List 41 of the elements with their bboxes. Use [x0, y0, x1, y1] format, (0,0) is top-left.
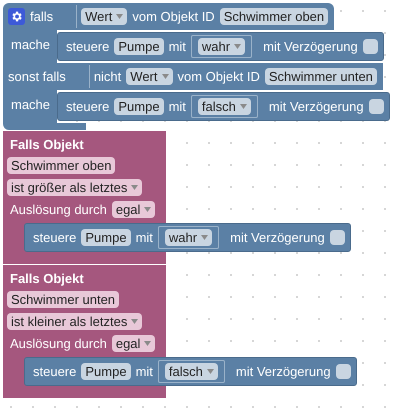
target-field[interactable]: Pumpe — [114, 38, 164, 55]
value-dropdown[interactable]: falsch — [164, 363, 218, 380]
block-label: sonst falls — [8, 70, 66, 83]
block-label: nicht — [94, 70, 122, 83]
trigger-dropdown[interactable]: egal — [112, 335, 156, 352]
object-field[interactable]: Schwimmer oben — [7, 157, 116, 174]
block-label: mache — [11, 97, 50, 112]
block-label: mit Verzögerung — [268, 100, 364, 113]
comparison-dropdown[interactable]: ist kleiner als letztes — [7, 313, 142, 330]
block-label: vom Objekt ID — [132, 10, 215, 23]
block-label: mache — [11, 37, 50, 52]
property-dropdown[interactable]: Wert — [126, 68, 172, 85]
block-label: steuere — [66, 40, 110, 53]
value-dropdown[interactable]: falsch — [198, 98, 251, 115]
block-label: mit Verzögerung — [230, 231, 325, 244]
value-dropdown[interactable]: wahr — [164, 229, 212, 246]
object-field[interactable]: Schwimmer unten — [264, 68, 377, 85]
block-label: mit — [136, 365, 153, 378]
block-label: mit Verzögerung — [236, 365, 331, 378]
block-label: mit Verzögerung — [263, 40, 358, 53]
block-title: Falls Objekt — [9, 270, 85, 286]
block-label: vom Objekt ID — [178, 70, 260, 83]
target-field[interactable]: Pumpe — [114, 98, 164, 115]
comparison-dropdown[interactable]: ist größer als letztes — [7, 179, 142, 196]
block-label: Auslösung durch — [10, 337, 107, 350]
block-label: mit — [168, 100, 186, 113]
block-label: steuere — [33, 365, 76, 378]
value-dropdown[interactable]: wahr — [198, 38, 246, 55]
object-field[interactable]: Schwimmer unten — [7, 291, 120, 308]
block-label: steuere — [33, 231, 76, 244]
property-dropdown[interactable]: Wert — [81, 8, 128, 25]
block-title: Falls Objekt — [9, 136, 85, 152]
block-label: mit — [168, 40, 186, 53]
block-label: Auslösung durch — [10, 203, 107, 216]
block-label: mit — [136, 231, 153, 244]
target-field[interactable]: Pumpe — [81, 363, 131, 380]
trigger-dropdown[interactable]: egal — [112, 201, 156, 218]
object-field[interactable]: Schwimmer oben — [220, 8, 328, 25]
block-label: steuere — [66, 100, 110, 113]
target-field[interactable]: Pumpe — [81, 229, 131, 246]
block-label: falls — [30, 10, 54, 23]
